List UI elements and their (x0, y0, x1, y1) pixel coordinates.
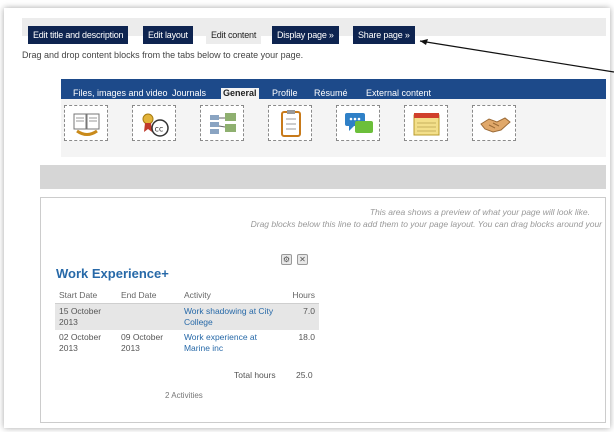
annotation-arrow (419, 39, 614, 73)
